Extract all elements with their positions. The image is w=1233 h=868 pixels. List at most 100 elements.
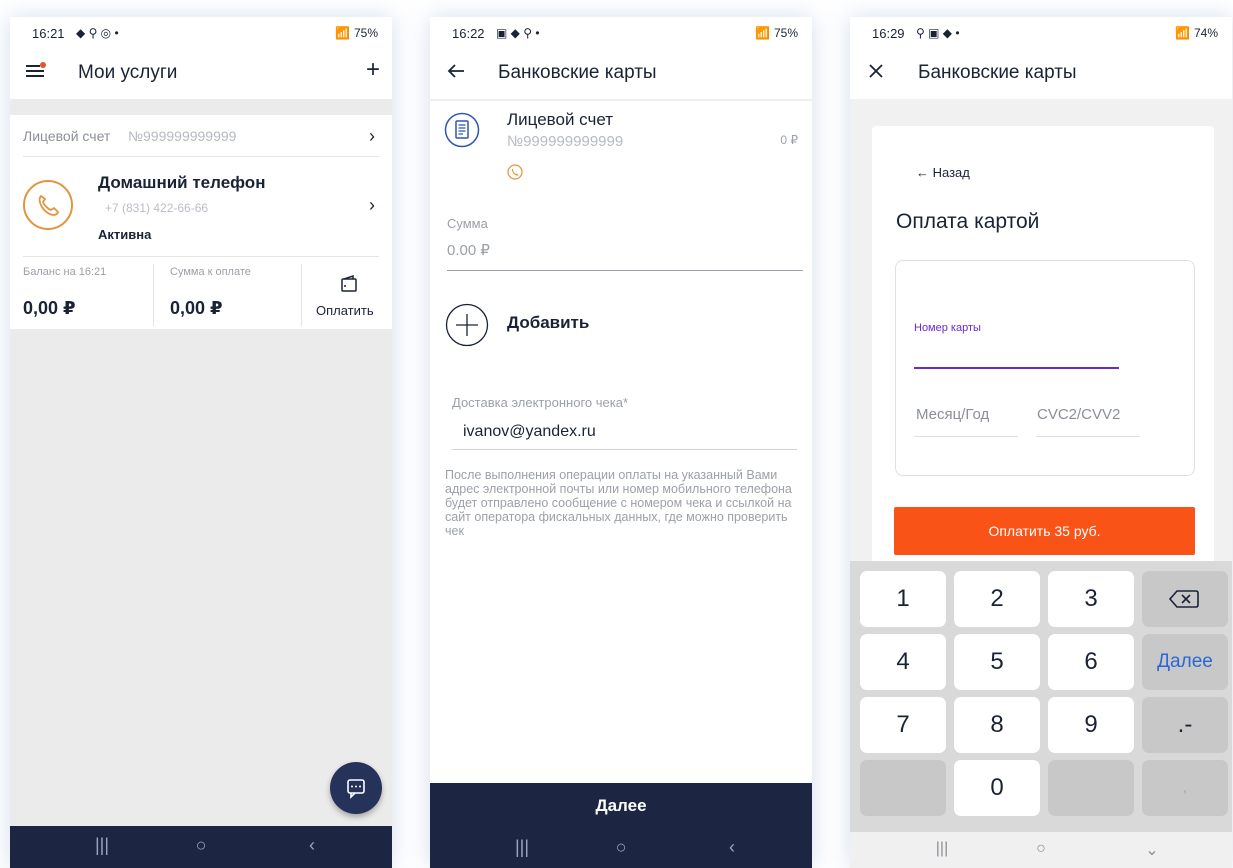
back-button[interactable]: ‹ xyxy=(297,835,327,856)
input-underline xyxy=(452,449,797,450)
home-button[interactable]: ○ xyxy=(1026,840,1056,858)
screen-bank-cards: 16:22 ▣ ◆ ⚲ • 📶 75% Банковские карты Лице… xyxy=(430,17,812,868)
recent-apps-button[interactable]: ||| xyxy=(927,840,957,858)
sum-input[interactable]: 0.00 ₽ xyxy=(447,241,490,259)
backspace-icon xyxy=(1168,590,1199,608)
form-title: Оплата картой xyxy=(896,210,1040,233)
key-9[interactable]: 9 xyxy=(1048,697,1134,753)
status-indicators: ▣ ◆ ⚲ • xyxy=(496,26,540,40)
account-amount: 0 ₽ xyxy=(780,133,798,147)
divider xyxy=(23,156,379,157)
email-label: Доставка электронного чека* xyxy=(452,395,629,410)
key-1[interactable]: 1 xyxy=(860,571,946,627)
card-number-label: Номер карты xyxy=(914,322,981,334)
empty-key xyxy=(1048,760,1134,816)
status-indicators: ⚲ ▣ ◆ • xyxy=(916,26,960,40)
add-card-button[interactable]: Добавить xyxy=(507,313,589,333)
account-title: Лицевой счет xyxy=(507,110,614,129)
status-indicators: ◆ ⚲ ◎ • xyxy=(76,26,119,40)
system-nav-bar: ||| ○ ‹ xyxy=(10,826,392,868)
sum-label: Сумма xyxy=(447,216,488,231)
key-4[interactable]: 4 xyxy=(860,634,946,690)
chat-icon xyxy=(347,779,365,799)
phone-icon xyxy=(23,180,73,230)
service-title[interactable]: Домашний телефон xyxy=(98,173,265,193)
add-service-button[interactable]: + xyxy=(366,57,380,83)
status-battery: 📶 74% xyxy=(1175,26,1218,40)
balance-label: Баланс на 16:21 xyxy=(23,266,107,278)
dot-dash-key[interactable]: .- xyxy=(1142,697,1228,753)
notification-dot xyxy=(40,62,46,68)
status-time: 16:22 xyxy=(452,26,485,41)
service-phone: +7 (831) 422-66-66 xyxy=(105,201,209,215)
comma-key[interactable]: , xyxy=(1142,760,1228,816)
status-time: 16:29 xyxy=(872,26,905,41)
back-link[interactable]: ← Назад xyxy=(916,165,970,180)
app-bar: Мои услуги + xyxy=(10,45,392,99)
pay-button[interactable]: Оплатить xyxy=(316,303,374,318)
empty-key xyxy=(860,760,946,816)
key-8[interactable]: 8 xyxy=(954,697,1040,753)
input-underline xyxy=(914,436,1018,437)
system-nav-bar: ||| ○ ⌄ xyxy=(850,832,1232,868)
key-7[interactable]: 7 xyxy=(860,697,946,753)
status-time: 16:21 xyxy=(32,26,65,41)
key-6[interactable]: 6 xyxy=(1048,634,1134,690)
next-button[interactable]: Далее xyxy=(430,783,812,829)
due-label: Сумма к оплате xyxy=(170,266,251,278)
page-title: Банковские карты xyxy=(918,62,1077,83)
document-icon xyxy=(444,112,480,148)
pay-button[interactable]: Оплатить 35 руб. xyxy=(894,507,1195,555)
chevron-right-icon[interactable]: › xyxy=(369,126,375,147)
account-number: №999999999999 xyxy=(507,133,624,150)
page-title: Мои услуги xyxy=(78,62,178,83)
status-bar: 16:22 ▣ ◆ ⚲ • 📶 75% xyxy=(430,17,812,45)
cvc-input[interactable]: CVC2/CVV2 xyxy=(1037,406,1120,423)
account-number: №999999999999 xyxy=(128,128,237,144)
plus-circle-icon[interactable] xyxy=(445,303,489,347)
status-bar: 16:21 ◆ ⚲ ◎ • 📶 75% xyxy=(10,17,392,45)
wallet-icon[interactable] xyxy=(340,274,358,293)
chat-button[interactable] xyxy=(330,762,382,814)
key-0[interactable]: 0 xyxy=(954,760,1040,816)
key-2[interactable]: 2 xyxy=(954,571,1040,627)
screen-card-payment: 16:29 ⚲ ▣ ◆ • 📶 74% Банковские карты ← На… xyxy=(850,17,1232,868)
close-icon[interactable] xyxy=(864,59,888,83)
menu-icon[interactable] xyxy=(24,59,48,83)
page-title: Банковские карты xyxy=(498,62,657,83)
app-bar: Банковские карты xyxy=(850,45,1232,99)
due-value: 0,00 ₽ xyxy=(170,298,223,318)
status-battery: 📶 75% xyxy=(335,26,378,40)
card-number-input[interactable] xyxy=(914,367,1119,369)
expiry-input[interactable]: Месяц/Год xyxy=(916,406,989,423)
email-input[interactable]: ivanov@yandex.ru xyxy=(463,423,596,441)
screen-my-services: 16:21 ◆ ⚲ ◎ • 📶 75% Мои услуги + Лицевой … xyxy=(10,17,392,868)
back-button[interactable]: ‹ xyxy=(717,837,747,858)
key-5[interactable]: 5 xyxy=(954,634,1040,690)
arrow-left-icon[interactable] xyxy=(444,59,468,83)
home-button[interactable]: ○ xyxy=(186,835,216,856)
system-nav-bar: ||| ○ ‹ xyxy=(430,829,812,868)
account-label: Лицевой счет xyxy=(23,128,111,144)
phone-icon xyxy=(507,164,523,180)
recent-apps-button[interactable]: ||| xyxy=(507,837,537,858)
status-battery: 📶 75% xyxy=(755,26,798,40)
divider xyxy=(153,264,154,326)
key-3[interactable]: 3 xyxy=(1048,571,1134,627)
divider xyxy=(430,99,812,101)
app-bar: Банковские карты xyxy=(430,45,812,99)
divider xyxy=(301,264,302,326)
hide-keyboard-button[interactable]: ⌄ xyxy=(1137,840,1167,860)
next-key[interactable]: Далее xyxy=(1142,634,1228,690)
backspace-key[interactable] xyxy=(1142,571,1228,627)
numeric-keyboard: 1 2 3 4 5 6 Далее 7 8 9 .- 0 , xyxy=(850,561,1232,868)
input-underline xyxy=(1036,436,1140,437)
receipt-note: После выполнения операции оплаты на указ… xyxy=(445,468,792,538)
input-underline xyxy=(447,270,803,271)
home-button[interactable]: ○ xyxy=(606,837,636,858)
divider xyxy=(23,256,379,257)
chevron-right-icon[interactable]: › xyxy=(369,195,375,216)
recent-apps-button[interactable]: ||| xyxy=(87,835,117,856)
service-status: Активна xyxy=(98,227,152,242)
balance-value: 0,00 ₽ xyxy=(23,298,76,318)
